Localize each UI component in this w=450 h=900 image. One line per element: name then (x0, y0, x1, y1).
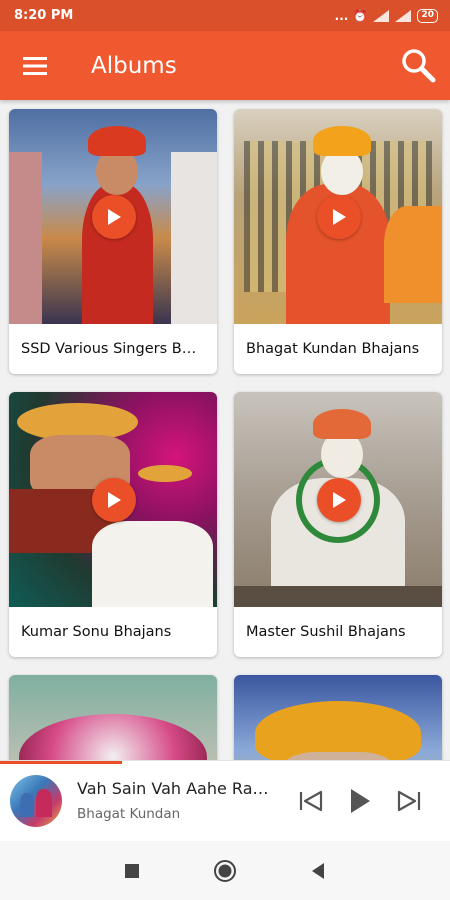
next-track-button[interactable] (394, 785, 424, 817)
signal-icon (373, 9, 390, 22)
back-button[interactable] (306, 859, 330, 883)
thumbnail-turban-small (137, 465, 193, 483)
previous-track-button[interactable] (296, 785, 326, 817)
recents-square-icon (125, 864, 139, 878)
skip-previous-icon (299, 790, 323, 812)
system-nav-bar (0, 841, 450, 900)
album-grid: SSD Various Singers Bhajans Bhagat Kunda… (0, 100, 450, 760)
thumbnail-figure (92, 521, 213, 607)
menu-button[interactable] (0, 31, 70, 100)
album-card-ssd-various-singers[interactable]: SSD Various Singers Bhajans (9, 109, 217, 374)
thumbnail-base (234, 585, 442, 607)
skip-next-icon (397, 790, 421, 812)
back-triangle-icon (312, 863, 324, 879)
signal-icon-2 (395, 9, 412, 22)
album-card-kumar-sonu[interactable]: Kumar Sonu Bhajans (9, 392, 217, 657)
play-icon (333, 209, 346, 225)
play-icon (108, 492, 121, 508)
play-button[interactable] (317, 195, 361, 239)
status-bar: 8:20 PM ... ⏰ 20 (0, 0, 450, 31)
status-notification-icons: ... ⏰ (334, 8, 368, 23)
thumbnail-turban (313, 409, 372, 440)
thumbnail-flowers (19, 713, 207, 760)
home-circle-icon (214, 860, 236, 882)
play-button[interactable] (317, 478, 361, 522)
album-title: Kumar Sonu Bhajans (21, 624, 172, 640)
mini-player[interactable]: Vah Sain Vah Aahe Rahm Bhagat Kundan (0, 760, 450, 841)
album-thumbnail (9, 675, 217, 760)
album-thumbnail (9, 109, 217, 324)
album-thumbnail (234, 675, 442, 760)
album-card-bhagat-kundan[interactable]: Bhagat Kundan Bhajans (234, 109, 442, 374)
play-icon (108, 209, 121, 225)
album-title: Bhagat Kundan Bhajans (246, 341, 420, 357)
album-thumbnail (9, 392, 217, 607)
now-playing-artist: Bhagat Kundan (77, 806, 181, 822)
album-card-5[interactable] (9, 675, 217, 760)
play-icon (333, 492, 346, 508)
thumbnail-fan (383, 205, 442, 303)
thumbnail-right-figure (171, 152, 217, 324)
thumbnail-turban (88, 126, 147, 157)
now-playing-artwork (10, 775, 62, 827)
status-time: 8:20 PM (14, 8, 74, 23)
recents-button[interactable] (120, 859, 144, 883)
playback-progress-bar[interactable] (0, 761, 122, 764)
page-title: Albums (91, 52, 177, 79)
album-card-master-sushil[interactable]: Master Sushil Bhajans (234, 392, 442, 657)
status-indicators: ... ⏰ 20 (334, 8, 438, 23)
album-thumbnail (234, 392, 442, 607)
play-button[interactable] (92, 195, 136, 239)
thumbnail-turban (313, 126, 372, 157)
app-bar: Albums (0, 31, 450, 100)
home-button[interactable] (213, 859, 237, 883)
thumbnail-left-figure (9, 152, 43, 324)
search-button[interactable] (400, 47, 436, 83)
album-card-6[interactable] (234, 675, 442, 760)
play-icon (351, 789, 370, 813)
search-icon (402, 49, 436, 83)
play-pause-button[interactable] (345, 785, 375, 817)
now-playing-title: Vah Sain Vah Aahe Rahm (77, 779, 277, 798)
album-title: Master Sushil Bhajans (246, 624, 406, 640)
album-thumbnail (234, 109, 442, 324)
hamburger-menu-icon (23, 56, 47, 75)
battery-icon: 20 (417, 8, 438, 23)
album-title: SSD Various Singers Bhajans (21, 341, 205, 357)
thumbnail-turban (254, 700, 422, 760)
play-button[interactable] (92, 478, 136, 522)
